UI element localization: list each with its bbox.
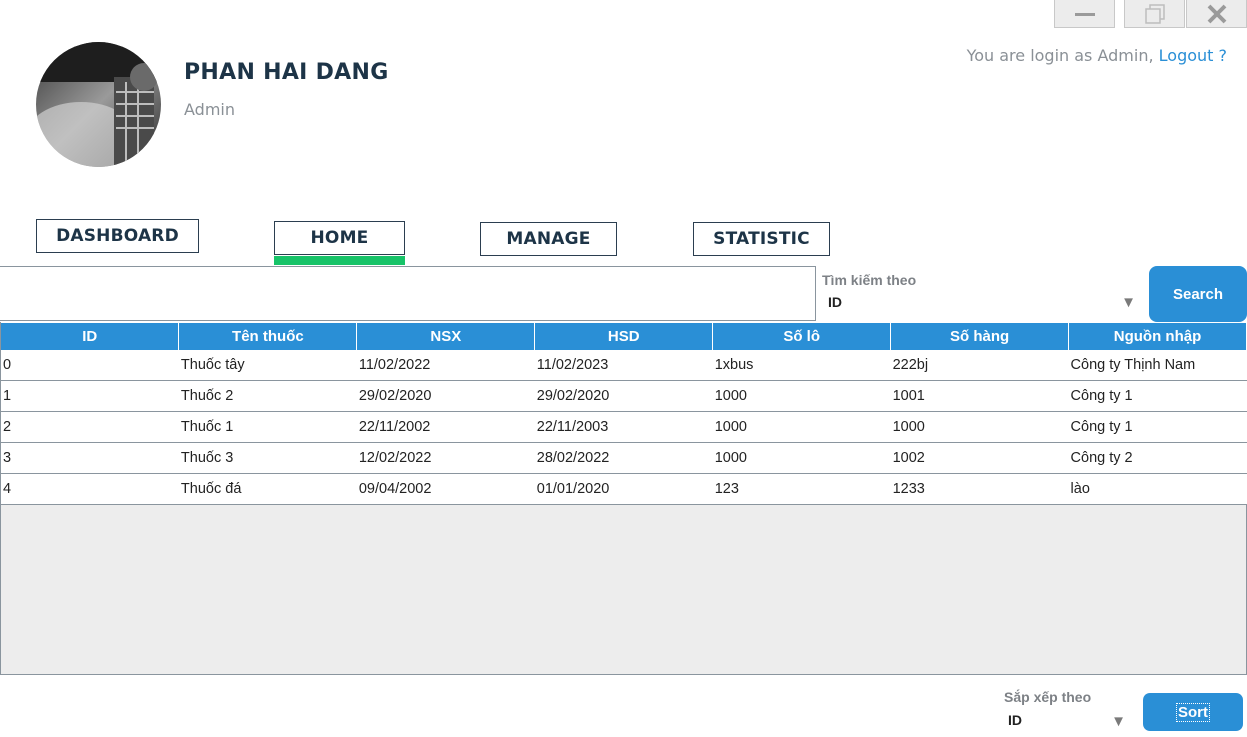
cell-hsd: 28/02/2022 <box>534 442 713 474</box>
cell-hsd: 29/02/2020 <box>534 380 713 412</box>
cell-nsx: 09/04/2002 <box>356 473 535 505</box>
cell-batch: 123 <box>712 473 891 505</box>
cell-nsx: 11/02/2022 <box>356 349 535 381</box>
cell-quantity: 222bj <box>890 349 1069 381</box>
cell-hsd: 22/11/2003 <box>534 411 713 443</box>
cell-quantity: 1233 <box>890 473 1069 505</box>
column-header-id[interactable]: ID <box>1 322 180 350</box>
search-input[interactable] <box>0 266 816 321</box>
tab-home[interactable]: HOME <box>274 221 405 255</box>
sort-button[interactable]: Sort <box>1143 693 1243 731</box>
cell-source: Công ty 1 <box>1068 411 1247 443</box>
cell-quantity: 1002 <box>890 442 1069 474</box>
table-row[interactable]: 0 Thuốc tây 11/02/2022 11/02/2023 1xbus … <box>1 349 1247 381</box>
table-row[interactable]: 3 Thuốc 3 12/02/2022 28/02/2022 1000 100… <box>1 442 1247 474</box>
cell-id: 3 <box>1 442 179 474</box>
table-row[interactable]: 2 Thuốc 1 22/11/2002 22/11/2003 1000 100… <box>1 411 1247 443</box>
cell-source: Công ty Thịnh Nam <box>1068 349 1247 381</box>
cell-id: 0 <box>1 349 179 381</box>
login-text: You are login as Admin, <box>966 46 1159 65</box>
tab-statistic[interactable]: STATISTIC <box>693 222 830 256</box>
restore-icon <box>1144 3 1165 24</box>
cell-nsx: 29/02/2020 <box>356 380 535 412</box>
cell-source: lào <box>1068 473 1247 505</box>
column-header-name[interactable]: Tên thuốc <box>178 322 358 350</box>
medicine-table: ID Tên thuốc NSX HSD Số lô Số hàng Nguồn… <box>1 322 1247 505</box>
minimize-button[interactable] <box>1054 0 1115 28</box>
column-header-batch[interactable]: Số lô <box>712 322 892 350</box>
cell-source: Công ty 2 <box>1068 442 1247 474</box>
search-by-select[interactable]: ID ▼ <box>820 290 1140 318</box>
close-icon <box>1207 4 1226 23</box>
cell-batch: 1000 <box>712 411 891 443</box>
dropdown-arrow-icon: ▼ <box>1121 294 1136 311</box>
minimize-icon <box>1074 12 1095 16</box>
tab-manage[interactable]: MANAGE <box>480 222 617 256</box>
restore-button[interactable] <box>1124 0 1185 28</box>
sort-by-label: Sắp xếp theo <box>1004 689 1092 705</box>
cell-name: Thuốc 2 <box>178 380 357 412</box>
search-by-value: ID <box>828 294 842 310</box>
cell-name: Thuốc tây <box>178 349 357 381</box>
cell-nsx: 22/11/2002 <box>356 411 535 443</box>
avatar <box>36 42 161 167</box>
search-button[interactable]: Search <box>1149 266 1247 322</box>
login-info: You are login as Admin, Logout ? <box>967 46 1227 65</box>
table-row[interactable]: 4 Thuốc đá 09/04/2002 01/01/2020 123 123… <box>1 473 1247 505</box>
cell-id: 1 <box>1 380 179 412</box>
cell-batch: 1000 <box>712 442 891 474</box>
cell-quantity: 1001 <box>890 380 1069 412</box>
column-header-nsx[interactable]: NSX <box>356 322 536 350</box>
tab-dashboard[interactable]: DASHBOARD <box>36 219 199 253</box>
table-header-row: ID Tên thuốc NSX HSD Số lô Số hàng Nguồn… <box>1 322 1247 350</box>
cell-name: Thuốc 1 <box>178 411 357 443</box>
cell-id: 2 <box>1 411 179 443</box>
sort-by-select[interactable]: Sắp xếp theo ID ▼ <box>1000 683 1136 737</box>
cell-name: Thuốc 3 <box>178 442 357 474</box>
cell-quantity: 1000 <box>890 411 1069 443</box>
cell-batch: 1xbus <box>712 349 891 381</box>
cell-batch: 1000 <box>712 380 891 412</box>
cell-hsd: 11/02/2023 <box>534 349 713 381</box>
cell-id: 4 <box>1 473 179 505</box>
active-tab-indicator <box>274 256 405 265</box>
cell-nsx: 12/02/2022 <box>356 442 535 474</box>
column-header-hsd[interactable]: HSD <box>534 322 714 350</box>
logout-link[interactable]: Logout ? <box>1159 46 1227 65</box>
user-name: PHAN HAI DANG <box>184 60 389 85</box>
medicine-table-area: ID Tên thuốc NSX HSD Số lô Số hàng Nguồn… <box>0 322 1247 675</box>
column-header-quantity[interactable]: Số hàng <box>890 322 1070 350</box>
dropdown-arrow-icon: ▼ <box>1111 713 1126 730</box>
sort-by-value: ID <box>1008 712 1022 728</box>
user-role: Admin <box>184 100 235 119</box>
cell-source: Công ty 1 <box>1068 380 1247 412</box>
cell-name: Thuốc đá <box>178 473 357 505</box>
close-button[interactable] <box>1186 0 1247 28</box>
sort-button-label: Sort <box>1176 702 1210 722</box>
search-by-label: Tìm kiếm theo <box>822 272 917 288</box>
cell-hsd: 01/01/2020 <box>534 473 713 505</box>
table-row[interactable]: 1 Thuốc 2 29/02/2020 29/02/2020 1000 100… <box>1 380 1247 412</box>
column-header-source[interactable]: Nguồn nhập <box>1068 322 1247 350</box>
